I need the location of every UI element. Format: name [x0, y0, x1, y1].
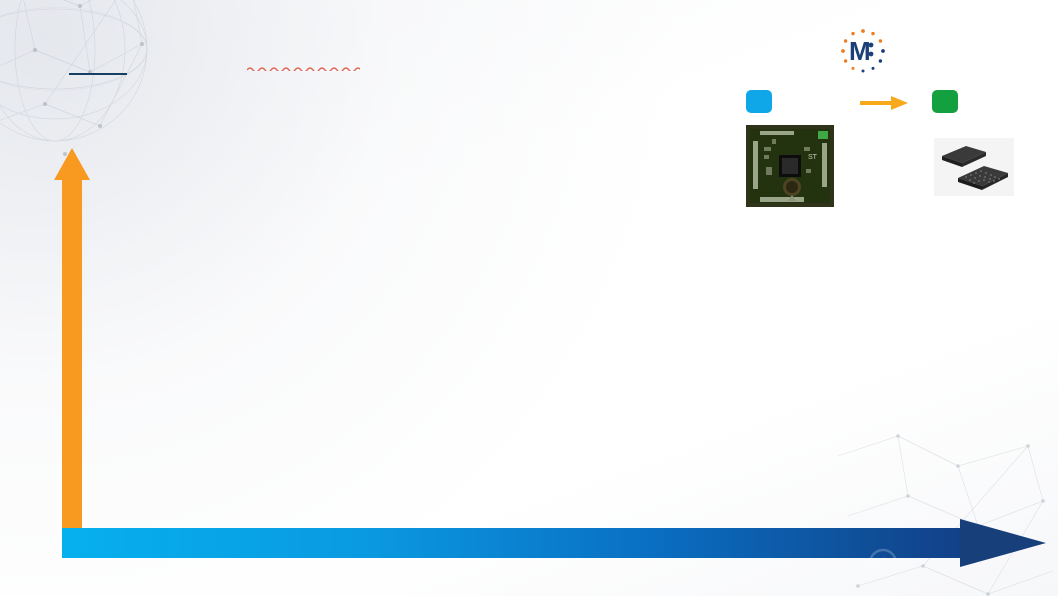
- arrow-head-icon: [54, 148, 90, 180]
- timeline-segment-development: [414, 528, 714, 558]
- right-arrow-icon: [860, 96, 908, 110]
- roadmap-timeline-arrow: [62, 519, 1046, 567]
- pcb-type-badge: [746, 90, 772, 113]
- slide-canvas: ST M: [0, 0, 1058, 596]
- sip-package-photo: [934, 138, 1014, 196]
- timeline-segment-path-finding: [714, 528, 1008, 558]
- y-axis-arrow: [54, 148, 90, 532]
- timeline-segment-available: [62, 528, 414, 558]
- network-globe-decoration: [0, 0, 148, 156]
- pcb-board-photo: ST: [746, 125, 834, 207]
- pcb-vs-sip-comparison: ST: [736, 90, 1036, 230]
- brand-logo: M: [840, 28, 1012, 74]
- svg-text:ST: ST: [808, 154, 818, 161]
- sip-type-badge: [932, 90, 958, 113]
- moore-elite-m-logo-icon: M: [841, 29, 885, 73]
- spellcheck-squiggle: [247, 67, 360, 71]
- svg-text:M: M: [849, 36, 871, 66]
- arrow-shaft: [62, 178, 82, 532]
- package-capability-matrix: [96, 246, 1046, 514]
- title-underline-rule: [69, 73, 127, 75]
